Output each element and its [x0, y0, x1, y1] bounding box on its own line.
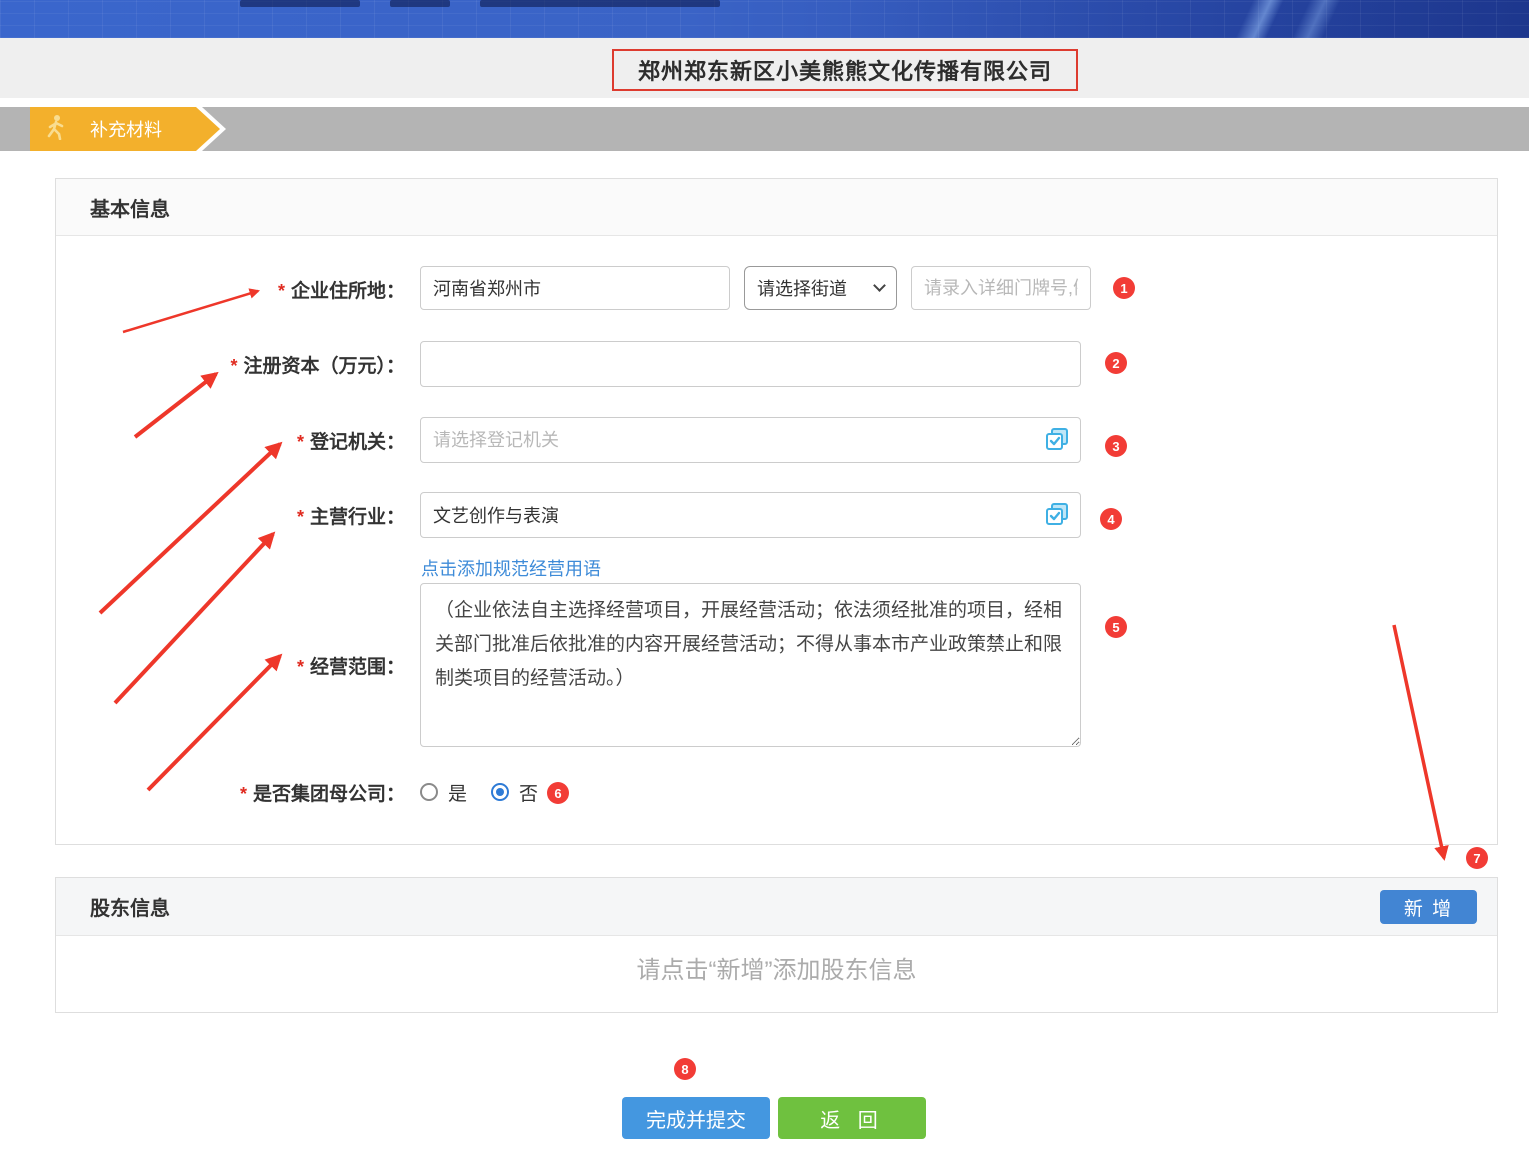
submit-button[interactable]: 完成并提交: [622, 1097, 770, 1139]
business-scope-label: * 经营范围：: [55, 583, 405, 747]
annotation-badge-4: 4: [1100, 508, 1122, 530]
street-select-value: 请选择街道: [757, 275, 847, 301]
reg-capital-input[interactable]: [420, 341, 1081, 387]
annotation-badge-6: 6: [547, 782, 569, 804]
industry-label: * 主营行业：: [55, 492, 405, 538]
street-select[interactable]: 请选择街道: [744, 266, 897, 310]
banner-cropped-logo: [240, 0, 360, 7]
group-parent-label: * 是否集团母公司：: [55, 778, 405, 806]
annotation-badge-1: 1: [1113, 277, 1135, 299]
required-mark: *: [297, 432, 304, 453]
banner-decoration: [1150, 0, 1390, 38]
back-button[interactable]: 返 回: [778, 1097, 926, 1139]
required-mark: *: [240, 784, 247, 805]
banner-cropped-text: [480, 0, 720, 7]
address-region-input[interactable]: [420, 266, 730, 310]
group-parent-radio-group: 是 否: [420, 779, 552, 805]
annotation-badge-5: 5: [1105, 616, 1127, 638]
banner-cropped-text: [390, 0, 450, 7]
step-bar: [0, 107, 1529, 151]
required-mark: *: [278, 281, 285, 302]
reg-authority-label: * 登记机关：: [55, 417, 405, 463]
basic-info-header: 基本信息: [56, 179, 1497, 236]
radio-no[interactable]: [491, 783, 509, 801]
radio-no-label[interactable]: 否: [519, 779, 538, 806]
company-name: 郑州郑东新区小美熊熊文化传播有限公司: [638, 54, 1052, 86]
required-mark: *: [297, 507, 304, 528]
address-detail-input[interactable]: [911, 266, 1091, 310]
step-tab-label: 补充材料: [90, 116, 162, 142]
radio-yes[interactable]: [420, 783, 438, 801]
walking-person-icon: [46, 114, 66, 145]
basic-info-title: 基本信息: [90, 193, 170, 222]
shareholders-panel: 股东信息 新 增: [55, 877, 1498, 1013]
add-standard-terms-link[interactable]: 点击添加规范经营用语: [421, 555, 601, 581]
industry-input[interactable]: [420, 492, 1081, 538]
required-mark: *: [230, 356, 237, 377]
select-picker-icon[interactable]: [1044, 502, 1070, 528]
annotation-badge-7: 7: [1466, 847, 1488, 869]
step-tab-supplementary[interactable]: 补充材料: [30, 107, 220, 151]
select-picker-icon[interactable]: [1044, 427, 1070, 453]
annotation-badge-3: 3: [1105, 435, 1127, 457]
address-label: * 企业住所地：: [55, 267, 405, 311]
radio-yes-label[interactable]: 是: [448, 779, 467, 806]
annotation-badge-8: 8: [674, 1058, 696, 1080]
company-name-box: 郑州郑东新区小美熊熊文化传播有限公司: [612, 49, 1078, 91]
reg-capital-label: * 注册资本（万元）：: [55, 341, 405, 387]
shareholders-header: 股东信息 新 增: [56, 878, 1497, 936]
shareholders-empty-hint: 请点击“新增”添加股东信息: [55, 950, 1498, 985]
chevron-down-icon: [873, 279, 886, 292]
page: 郑州郑东新区小美熊熊文化传播有限公司 补充材料 基本信息 * 企业住所地： 请选…: [0, 0, 1529, 1156]
reg-authority-input[interactable]: [420, 417, 1081, 463]
add-shareholder-button[interactable]: 新 增: [1380, 890, 1477, 924]
shareholders-title: 股东信息: [90, 892, 170, 921]
required-mark: *: [297, 657, 304, 678]
business-scope-textarea[interactable]: （企业依法自主选择经营项目，开展经营活动；依法须经批准的项目，经相关部门批准后依…: [420, 583, 1081, 747]
annotation-badge-2: 2: [1105, 352, 1127, 374]
